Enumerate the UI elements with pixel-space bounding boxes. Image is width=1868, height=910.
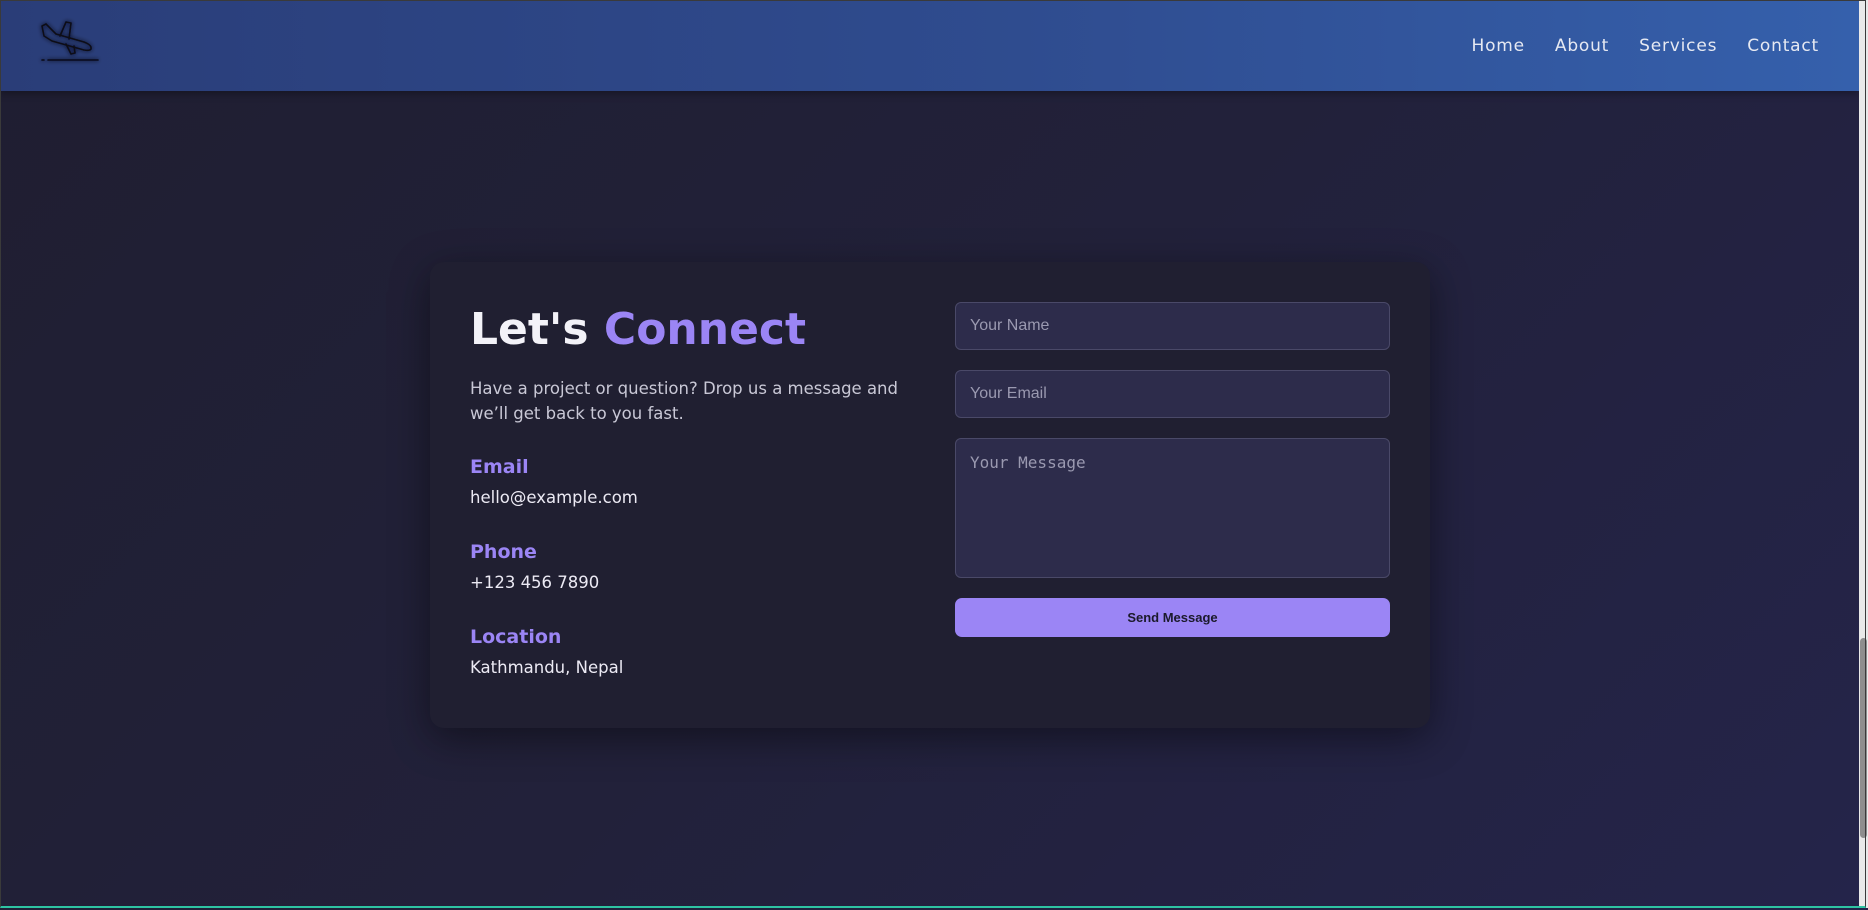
nav-home-link[interactable]: Home (1471, 36, 1524, 56)
scrollbar-thumb[interactable] (1860, 638, 1867, 838)
email-label: Email (470, 456, 529, 478)
page-scrollbar[interactable] (1859, 0, 1868, 908)
site-header: Home About Services Contact (0, 0, 1859, 91)
contact-card: Let's Connect Have a project or question… (430, 262, 1430, 728)
location-label: Location (470, 626, 562, 648)
email-value: hello@example.com (470, 488, 638, 507)
contact-intro: Have a project or question? Drop us a me… (470, 379, 898, 423)
email-input[interactable]: Your Email (955, 370, 1390, 418)
heading-plain: Let's (470, 304, 589, 355)
contact-form: Your Name Your Email Your Message Send M… (955, 302, 1390, 637)
nav-about-link[interactable]: About (1555, 36, 1609, 56)
contact-heading: Let's Connect (470, 308, 900, 352)
send-message-button[interactable]: Send Message (955, 598, 1390, 637)
nav-contact-link[interactable]: Contact (1747, 36, 1819, 56)
nav-services-link[interactable]: Services (1639, 36, 1717, 56)
location-value: Kathmandu, Nepal (470, 658, 624, 677)
airplane-landing-logo-icon[interactable] (36, 14, 104, 66)
main-nav: Home About Services Contact (1471, 36, 1819, 56)
contact-info: Let's Connect Have a project or question… (470, 308, 900, 678)
message-textarea[interactable]: Your Message (955, 438, 1390, 578)
phone-value: +123 456 7890 (470, 573, 600, 592)
heading-accent: Connect (603, 304, 807, 355)
phone-label: Phone (470, 541, 537, 563)
name-input[interactable]: Your Name (955, 302, 1390, 350)
